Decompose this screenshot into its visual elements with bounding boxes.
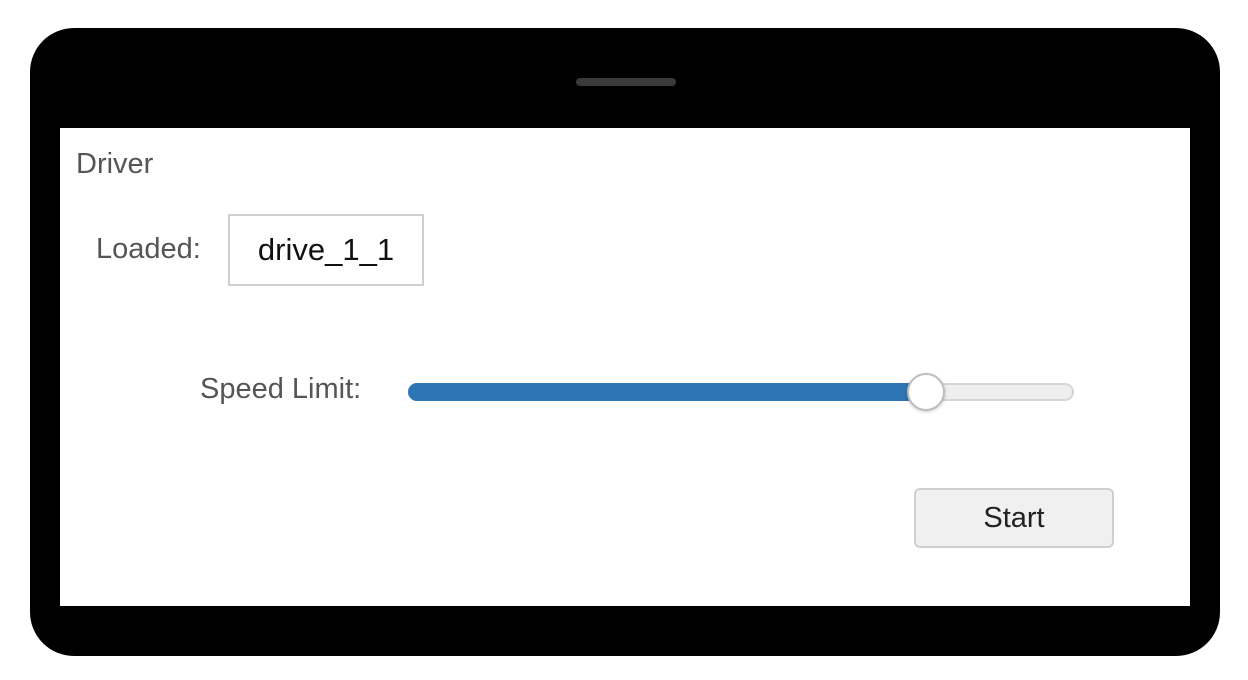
speed-limit-slider-fill [408, 383, 927, 401]
speed-limit-slider[interactable] [408, 373, 1074, 411]
window-title: Driver [76, 148, 154, 180]
loaded-label: Loaded: [96, 233, 201, 265]
loaded-value-field: drive_1_1 [228, 214, 424, 286]
app-window: Driver Loaded: drive_1_1 Speed Limit: St… [60, 128, 1190, 606]
start-button[interactable]: Start [914, 488, 1114, 548]
device-notch [576, 78, 676, 86]
speed-limit-label: Speed Limit: [200, 373, 362, 405]
speed-limit-slider-thumb[interactable] [907, 373, 946, 411]
device-frame: Driver Loaded: drive_1_1 Speed Limit: St… [30, 28, 1220, 656]
